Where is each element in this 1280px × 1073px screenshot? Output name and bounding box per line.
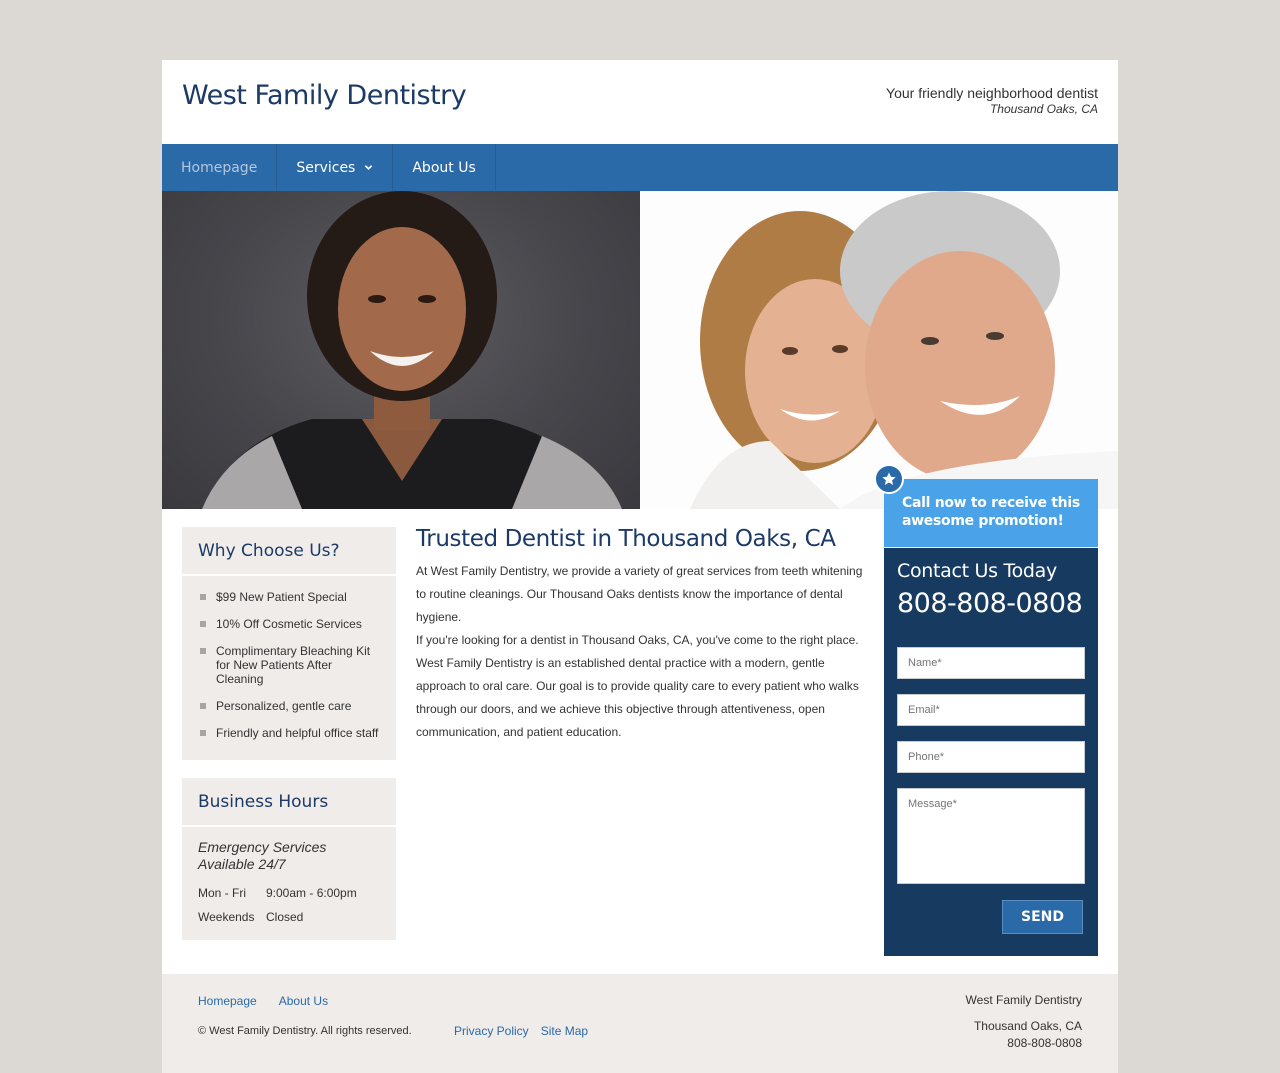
contact-title: Contact Us Today	[897, 560, 1057, 582]
nav-item-label: Services	[296, 159, 356, 176]
business-hours-box: Business Hours Emergency Services Availa…	[182, 778, 396, 940]
phone-input[interactable]	[897, 741, 1085, 773]
email-input[interactable]	[897, 694, 1085, 726]
star-icon	[874, 464, 904, 494]
contact-form-panel: Contact Us Today 808-808-0808 SEND	[884, 548, 1098, 956]
footer-link-about-us[interactable]: About Us	[279, 994, 328, 1008]
hours-row: Weekends Closed	[182, 910, 396, 924]
footer-business-city: Thousand Oaks, CA	[973, 1019, 1082, 1033]
why-choose-us-box: Why Choose Us? $99 New Patient Special 1…	[182, 527, 396, 760]
footer-business-phone: 808-808-0808	[1007, 1036, 1082, 1050]
name-input[interactable]	[897, 647, 1085, 679]
hours-time: 9:00am - 6:00pm	[266, 886, 357, 900]
nav-item-about-us[interactable]: About Us	[393, 144, 496, 191]
emergency-services-text: Emergency Services Available 24/7	[198, 839, 327, 872]
page-title: Trusted Dentist in Thousand Oaks, CA	[416, 526, 836, 552]
header-tagline: Your friendly neighborhood dentist Thous…	[886, 85, 1098, 116]
intro-paragraph: At West Family Dentistry, we provide a v…	[416, 564, 863, 624]
footer-business-info: West Family Dentistry Thousand Oaks, CA …	[966, 993, 1082, 1050]
list-item: Friendly and helpful office staff	[198, 726, 382, 740]
footer-business-name: West Family Dentistry	[965, 993, 1082, 1007]
contact-phone[interactable]: 808-808-0808	[897, 588, 1083, 619]
page-container: West Family Dentistry Your friendly neig…	[162, 60, 1118, 1073]
site-title[interactable]: West Family Dentistry	[182, 80, 467, 111]
site-footer: Homepage About Us © West Family Dentistr…	[162, 974, 1118, 1073]
footer-link-site-map[interactable]: Site Map	[541, 1024, 588, 1038]
main-content: At West Family Dentistry, we provide a v…	[416, 560, 866, 744]
list-item: 10% Off Cosmetic Services	[198, 617, 382, 631]
hours-row: Mon - Fri 9:00am - 6:00pm	[182, 886, 396, 900]
footer-link-privacy-policy[interactable]: Privacy Policy	[454, 1024, 529, 1038]
list-item: $99 New Patient Special	[198, 590, 382, 604]
nav-item-services[interactable]: Services	[277, 144, 394, 191]
nav-item-homepage[interactable]: Homepage	[162, 144, 278, 191]
hours-day: Mon - Fri	[198, 886, 246, 900]
why-choose-us-title: Why Choose Us?	[182, 527, 396, 576]
promo-banner: Call now to receive this awesome promoti…	[884, 479, 1098, 547]
message-input[interactable]	[897, 788, 1085, 884]
why-list: $99 New Patient Special 10% Off Cosmetic…	[182, 576, 396, 740]
list-item: Personalized, gentle care	[198, 699, 382, 713]
copyright-text: © West Family Dentistry. All rights rese…	[198, 1025, 412, 1037]
hours-day: Weekends	[198, 910, 255, 924]
detail-paragraph: If you're looking for a dentist in Thous…	[416, 633, 859, 739]
tagline-location: Thousand Oaks, CA	[989, 102, 1098, 116]
hero-banner	[162, 191, 1118, 509]
hero-image-couple	[640, 191, 1118, 509]
tagline-text: Your friendly neighborhood dentist	[886, 85, 1098, 101]
footer-legal-links: Privacy Policy Site Map	[454, 1024, 588, 1038]
main-nav: Homepage Services About Us	[162, 144, 1118, 191]
footer-links: Homepage About Us	[198, 994, 328, 1008]
business-hours-title: Business Hours	[182, 778, 396, 827]
nav-item-label: Homepage	[181, 159, 258, 176]
chevron-down-icon	[365, 165, 373, 170]
footer-link-homepage[interactable]: Homepage	[198, 994, 257, 1008]
send-button[interactable]: SEND	[1002, 900, 1083, 934]
hero-image-woman	[162, 191, 640, 509]
nav-item-label: About Us	[412, 159, 476, 176]
list-item: Complimentary Bleaching Kit for New Pati…	[198, 644, 382, 686]
hours-time: Closed	[266, 910, 304, 924]
